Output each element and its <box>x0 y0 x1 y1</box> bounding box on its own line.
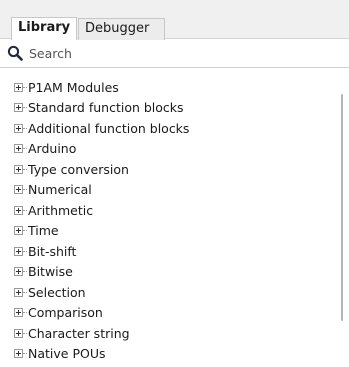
tree-connector-line <box>23 168 27 170</box>
expand-plus-icon[interactable] <box>14 349 23 359</box>
tree-item-label: Bitwise <box>28 264 73 280</box>
expand-plus-icon[interactable] <box>14 185 23 195</box>
tree-item[interactable]: Selection <box>14 282 189 303</box>
expand-plus-icon[interactable] <box>14 164 23 174</box>
tree-item[interactable]: Native POUs <box>14 344 189 365</box>
expand-plus-icon[interactable] <box>14 123 23 133</box>
tree-item-label: Selection <box>28 284 86 300</box>
tree-item-label: Native POUs <box>28 346 106 362</box>
vertical-scrollbar[interactable] <box>337 72 349 367</box>
tree-connector-line <box>23 189 27 191</box>
tree-item-label: Bit-shift <box>28 243 77 259</box>
tree-connector-line <box>23 230 27 232</box>
tree-connector-line <box>23 332 27 334</box>
tab-bar: Library Debugger <box>0 0 349 40</box>
search-bar <box>0 40 349 68</box>
tree-item-label: Type conversion <box>28 161 129 177</box>
tree-item-label: Comparison <box>28 305 103 321</box>
tree-item-label: Additional function blocks <box>28 120 190 136</box>
library-tree: P1AM Modules Standard function blocks Addi… <box>0 72 349 367</box>
expand-plus-icon[interactable] <box>14 328 23 338</box>
scrollbar-thumb[interactable] <box>341 94 343 321</box>
tree-item[interactable]: Time <box>14 221 189 242</box>
tree-connector-line <box>23 353 27 355</box>
tree-connector-line <box>23 86 27 88</box>
tree-item[interactable]: Arduino <box>14 139 189 160</box>
tree-connector-line <box>23 148 27 150</box>
tree-item[interactable]: P1AM Modules <box>14 77 189 98</box>
library-panel: Library Debugger P1AM Modules Standard fu… <box>0 0 349 367</box>
tree-item[interactable]: Bitwise <box>14 262 189 283</box>
tree-item-label: Numerical <box>28 182 92 198</box>
expand-plus-icon[interactable] <box>14 267 23 277</box>
expand-plus-icon[interactable] <box>14 226 23 236</box>
tree-connector-line <box>23 271 27 273</box>
expand-plus-icon[interactable] <box>14 205 23 215</box>
tree-item[interactable]: Bit-shift <box>14 241 189 262</box>
tab-debugger[interactable]: Debugger <box>78 18 165 40</box>
search-icon[interactable] <box>7 45 23 61</box>
tab-library[interactable]: Library <box>11 17 78 40</box>
expand-plus-icon[interactable] <box>14 308 23 318</box>
tree-item-label: Character string <box>28 325 130 341</box>
tree-item-label: Arduino <box>28 141 77 157</box>
expand-plus-icon[interactable] <box>14 287 23 297</box>
tree-item[interactable]: Type conversion <box>14 159 189 180</box>
expand-plus-icon[interactable] <box>14 82 23 92</box>
tree-list: P1AM Modules Standard function blocks Addi… <box>14 77 189 364</box>
expand-plus-icon[interactable] <box>14 246 23 256</box>
tree-item-label: Standard function blocks <box>28 100 184 116</box>
tree-connector-line <box>23 291 27 293</box>
search-input[interactable] <box>29 43 329 63</box>
tree-item-label: Time <box>28 223 59 239</box>
tree-connector-line <box>23 107 27 109</box>
tree-item[interactable]: Numerical <box>14 180 189 201</box>
tree-item-label: Arithmetic <box>28 202 94 218</box>
tree-connector-line <box>23 127 27 129</box>
tree-connector-line <box>23 312 27 314</box>
tree-item[interactable]: Comparison <box>14 303 189 324</box>
tree-connector-line <box>23 250 27 252</box>
tree-item[interactable]: Standard function blocks <box>14 98 189 119</box>
tree-item[interactable]: Additional function blocks <box>14 118 189 139</box>
expand-plus-icon[interactable] <box>14 144 23 154</box>
tree-item-label: P1AM Modules <box>28 79 119 95</box>
tree-connector-line <box>23 209 27 211</box>
tree-item[interactable]: Arithmetic <box>14 200 189 221</box>
expand-plus-icon[interactable] <box>14 103 23 113</box>
tree-item[interactable]: Character string <box>14 323 189 344</box>
